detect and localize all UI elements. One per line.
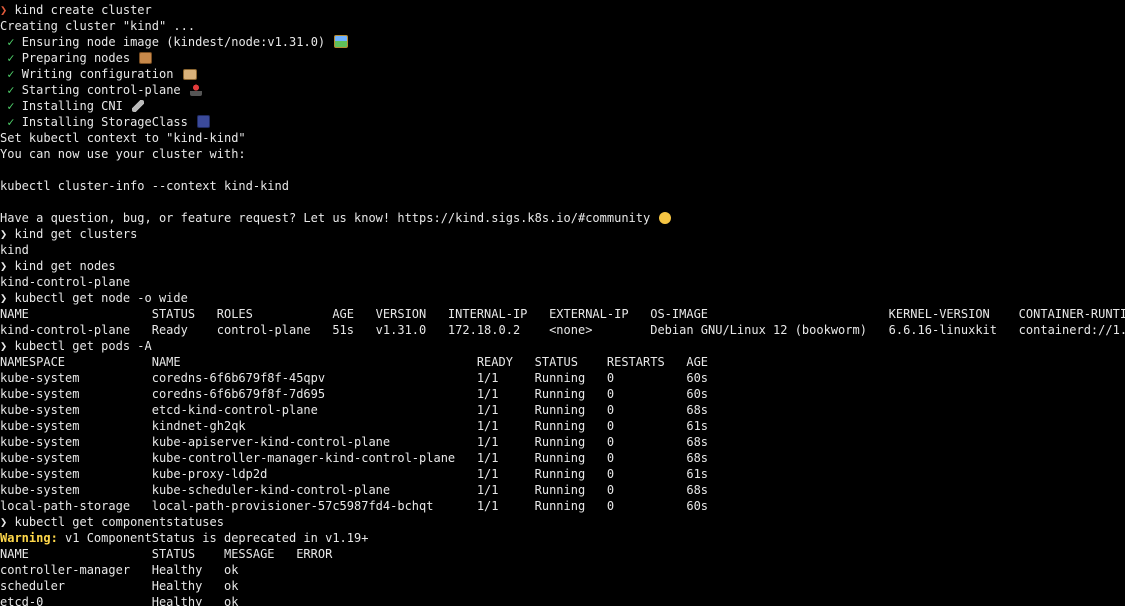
terminal-line: ✓ Starting control-plane [0, 82, 1125, 98]
checkmark-icon: ✓ [7, 99, 15, 113]
framed-picture-icon [334, 35, 349, 48]
output-text: scheduler Healthy ok [0, 579, 239, 593]
command-text: kubectl get pods -A [14, 339, 152, 353]
terminal-line: ✓ Installing CNI [0, 98, 1125, 114]
terminal-line: kube-system kube-apiserver-kind-control-… [0, 434, 1125, 450]
terminal-line: ✓ Writing configuration [0, 66, 1125, 82]
output-text: kube-system kube-controller-manager-kind… [0, 451, 709, 465]
output-text: Creating cluster "kind" ... [0, 19, 196, 33]
prompt-chevron-icon: ❯ [0, 3, 8, 17]
step-text: Preparing nodes [21, 51, 131, 65]
output-text: You can now use your cluster with: [0, 147, 246, 161]
slightly-smiling-face-icon [659, 212, 672, 224]
terminal-line: kube-system kube-scheduler-kind-control-… [0, 482, 1125, 498]
prompt-chevron-icon: ❯ [0, 515, 8, 529]
checkmark-icon: ✓ [7, 67, 15, 81]
command-text: kind create cluster [14, 3, 152, 17]
terminal-line: local-path-storage local-path-provisione… [0, 498, 1125, 514]
output-text: controller-manager Healthy ok [0, 563, 239, 577]
output-text: kind-control-plane Ready control-plane 5… [0, 323, 1125, 337]
terminal-output[interactable]: ❯ kind create cluster Creating cluster "k… [0, 2, 1125, 606]
output-text: etcd-0 Healthy ok [0, 595, 239, 606]
checkmark-icon: ✓ [7, 83, 15, 97]
command-text: kind get clusters [14, 227, 138, 241]
terminal-line: scheduler Healthy ok [0, 578, 1125, 594]
checkmark-icon: ✓ [7, 51, 15, 65]
terminal-line: Have a question, bug, or feature request… [0, 210, 1125, 226]
terminal-line: Creating cluster "kind" ... [0, 18, 1125, 34]
output-text: local-path-storage local-path-provisione… [0, 499, 709, 513]
terminal-line: Set kubectl context to "kind-kind" [0, 130, 1125, 146]
prompt-chevron-icon: ❯ [0, 227, 8, 241]
scroll-icon [182, 69, 197, 80]
output-text: NAME STATUS ROLES AGE VERSION INTERNAL-I… [0, 307, 1125, 321]
terminal-line: kube-system coredns-6f6b679f8f-45qpv 1/1… [0, 370, 1125, 386]
terminal-line: kind [0, 242, 1125, 258]
output-text: kubectl cluster-info --context kind-kind [0, 179, 289, 193]
step-text: Writing configuration [21, 67, 174, 81]
terminal-line: ✓ Preparing nodes [0, 50, 1125, 66]
checkmark-icon: ✓ [7, 115, 15, 129]
terminal-line: kube-system kindnet-gh2qk 1/1 Running 0 … [0, 418, 1125, 434]
prompt-chevron-icon: ❯ [0, 339, 8, 353]
terminal-line: ❯ kubectl get componentstatuses [0, 514, 1125, 530]
step-text: Installing CNI [21, 99, 123, 113]
step-text: Installing StorageClass [21, 115, 188, 129]
command-text: kubectl get componentstatuses [14, 515, 224, 529]
checkmark-icon: ✓ [7, 35, 15, 49]
output-text: NAME STATUS MESSAGE ERROR [0, 547, 333, 561]
terminal-line: You can now use your cluster with: [0, 146, 1125, 162]
terminal-line: NAMESPACE NAME READY STATUS RESTARTS AGE [0, 354, 1125, 370]
terminal-line: ❯ kubectl get node -o wide [0, 290, 1125, 306]
floppy-disk-icon [197, 115, 211, 128]
output-text: kind [0, 243, 29, 257]
output-text: kube-system kube-apiserver-kind-control-… [0, 435, 709, 449]
step-text: Starting control-plane [21, 83, 181, 97]
terminal-line: NAME STATUS MESSAGE ERROR [0, 546, 1125, 562]
output-text: kube-system kube-proxy-ldp2d 1/1 Running… [0, 467, 709, 481]
prompt-chevron-icon: ❯ [0, 291, 8, 305]
step-text: Ensuring node image (kindest/node:v1.31.… [21, 35, 326, 49]
package-icon [139, 52, 153, 64]
terminal-line: ❯ kind create cluster [0, 2, 1125, 18]
joystick-icon [189, 84, 202, 96]
terminal-line: kind-control-plane Ready control-plane 5… [0, 322, 1125, 338]
output-text: kube-system coredns-6f6b679f8f-45qpv 1/1… [0, 371, 709, 385]
terminal-line: etcd-0 Healthy ok [0, 594, 1125, 606]
terminal-line: ✓ Installing StorageClass [0, 114, 1125, 130]
terminal-line: ✓ Ensuring node image (kindest/node:v1.3… [0, 34, 1125, 50]
terminal-line: kube-system coredns-6f6b679f8f-7d695 1/1… [0, 386, 1125, 402]
output-text: kube-system kindnet-gh2qk 1/1 Running 0 … [0, 419, 709, 433]
warning-text: v1 ComponentStatus is deprecated in v1.1… [57, 531, 369, 545]
electric-plug-icon [132, 100, 145, 112]
terminal-line: ❯ kubectl get pods -A [0, 338, 1125, 354]
warning-label: Warning: [0, 531, 58, 545]
terminal-line: Warning: v1 ComponentStatus is deprecate… [0, 530, 1125, 546]
terminal-line: NAME STATUS ROLES AGE VERSION INTERNAL-I… [0, 306, 1125, 322]
terminal-line: ❯ kind get nodes [0, 258, 1125, 274]
terminal-line: kube-system etcd-kind-control-plane 1/1 … [0, 402, 1125, 418]
terminal-line: kubectl cluster-info --context kind-kind [0, 178, 1125, 194]
output-text: Have a question, bug, or feature request… [0, 211, 651, 225]
terminal-line: controller-manager Healthy ok [0, 562, 1125, 578]
output-text: kind-control-plane [0, 275, 131, 289]
output-text: kube-system coredns-6f6b679f8f-7d695 1/1… [0, 387, 709, 401]
command-text: kubectl get node -o wide [14, 291, 188, 305]
prompt-chevron-icon: ❯ [0, 259, 8, 273]
output-text: kube-system kube-scheduler-kind-control-… [0, 483, 709, 497]
terminal-line: kube-system kube-proxy-ldp2d 1/1 Running… [0, 466, 1125, 482]
terminal-line: ❯ kind get clusters [0, 226, 1125, 242]
output-text: NAMESPACE NAME READY STATUS RESTARTS AGE [0, 355, 709, 369]
terminal-line: kind-control-plane [0, 274, 1125, 290]
output-text: Set kubectl context to "kind-kind" [0, 131, 246, 145]
command-text: kind get nodes [14, 259, 116, 273]
terminal-line: kube-system kube-controller-manager-kind… [0, 450, 1125, 466]
output-text: kube-system etcd-kind-control-plane 1/1 … [0, 403, 709, 417]
